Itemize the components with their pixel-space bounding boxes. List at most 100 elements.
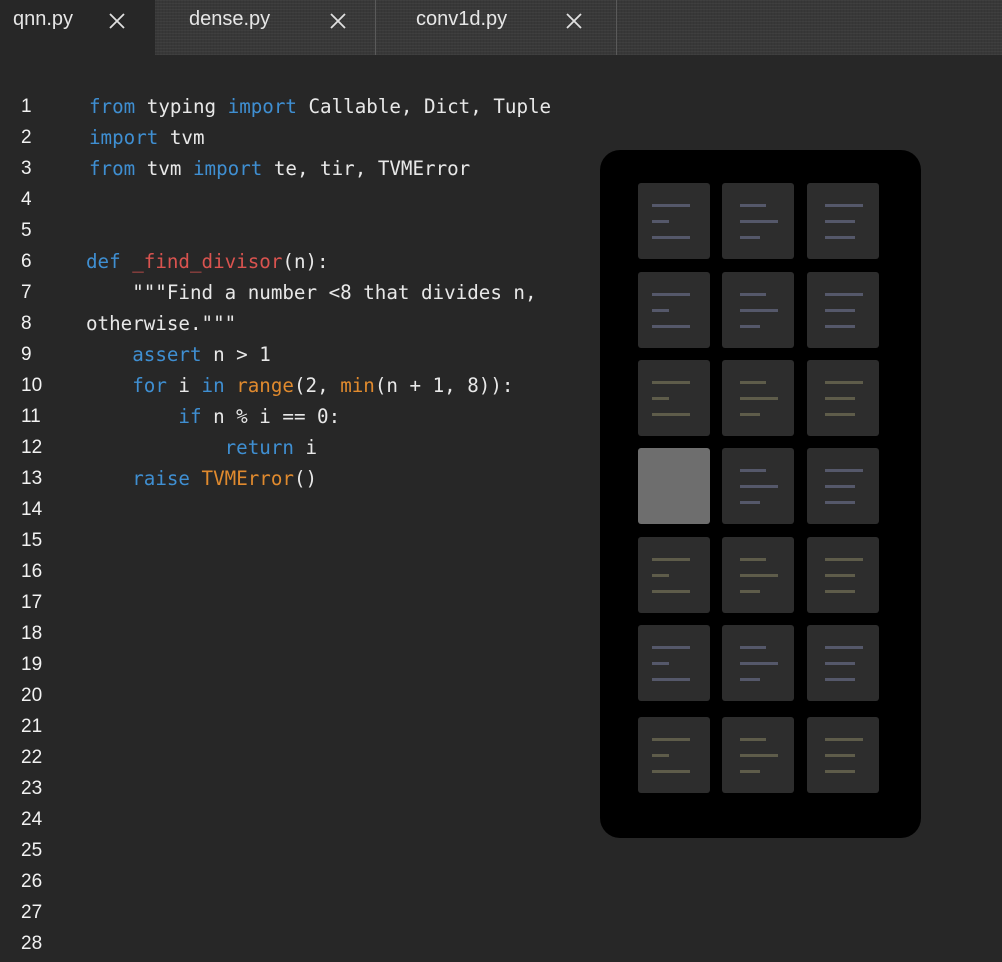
code-line: raise TVMError()	[86, 463, 317, 494]
switcher-thumbnail[interactable]	[722, 360, 794, 436]
switcher-thumbnail[interactable]	[722, 537, 794, 613]
text-line-icon	[652, 309, 669, 312]
text-line-icon	[825, 558, 863, 561]
line-number: 18	[21, 623, 43, 644]
text-line-icon	[652, 754, 669, 757]
builtin-token: TVMError	[201, 467, 294, 490]
code-token: i	[166, 374, 202, 397]
line-number: 24	[21, 809, 43, 830]
switcher-thumbnail[interactable]	[638, 360, 710, 436]
text-line-icon	[740, 485, 778, 488]
tab-label: dense.py	[189, 8, 271, 30]
keyword-token: in	[201, 374, 225, 397]
text-line-icon	[825, 325, 855, 328]
switcher-thumbnail[interactable]	[638, 717, 710, 793]
switcher-thumbnail[interactable]	[722, 717, 794, 793]
switcher-thumbnail[interactable]	[807, 360, 879, 436]
line-number: 23	[21, 778, 43, 799]
code-line: return i	[86, 432, 317, 463]
tab-label: conv1d.py	[416, 8, 508, 30]
line-number: 6	[21, 251, 32, 272]
line-number: 26	[21, 871, 43, 892]
text-line-icon	[652, 293, 690, 296]
code-line: from typing import Callable, Dict, Tuple	[89, 91, 551, 122]
switcher-thumbnail[interactable]	[807, 183, 879, 259]
text-line-icon	[740, 236, 760, 239]
text-line-icon	[825, 293, 863, 296]
switcher-thumbnail[interactable]	[638, 272, 710, 348]
text-line-icon	[740, 754, 778, 757]
text-line-icon	[740, 678, 760, 681]
text-line-icon	[740, 574, 778, 577]
text-line-icon	[740, 204, 766, 207]
switcher-thumbnail[interactable]	[807, 448, 879, 524]
tab-conv1d-py[interactable]: conv1d.py	[376, 0, 617, 55]
text-line-icon	[652, 770, 690, 773]
keyword-token: import	[227, 95, 297, 118]
keyword-token: def	[86, 250, 121, 273]
code-token: tvm	[158, 126, 205, 149]
code-line: assert n > 1	[86, 339, 271, 370]
text-line-icon	[740, 325, 760, 328]
switcher-thumbnail[interactable]	[638, 183, 710, 259]
code-token: typing	[135, 95, 228, 118]
switcher-thumbnail-selected[interactable]	[638, 448, 710, 524]
text-line-icon	[825, 646, 863, 649]
text-line-icon	[652, 574, 669, 577]
line-number: 15	[21, 530, 43, 551]
code-token: (2,	[293, 374, 341, 397]
text-line-icon	[652, 738, 690, 741]
text-line-icon	[825, 738, 863, 741]
tab-label: qnn.py	[13, 8, 74, 30]
switcher-thumbnail[interactable]	[722, 448, 794, 524]
text-line-icon	[825, 501, 855, 504]
code-token: (n):	[282, 250, 329, 273]
close-icon[interactable]	[565, 12, 583, 30]
switcher-thumbnail[interactable]	[807, 717, 879, 793]
switcher-thumbnail[interactable]	[807, 625, 879, 701]
keyword-token: if	[178, 405, 202, 428]
close-icon[interactable]	[329, 12, 347, 30]
close-icon[interactable]	[108, 12, 126, 30]
line-number: 5	[21, 220, 32, 241]
line-number: 21	[21, 716, 43, 737]
text-line-icon	[825, 236, 855, 239]
line-number: 22	[21, 747, 43, 768]
line-number: 1	[21, 96, 32, 117]
switcher-thumbnail[interactable]	[638, 625, 710, 701]
text-line-icon	[740, 770, 760, 773]
switcher-thumbnail[interactable]	[807, 272, 879, 348]
text-line-icon	[825, 678, 855, 681]
switcher-thumbnail[interactable]	[722, 183, 794, 259]
tab-qnn-py[interactable]: qnn.py	[0, 0, 155, 55]
text-line-icon	[652, 646, 690, 649]
text-line-icon	[652, 381, 690, 384]
text-line-icon	[825, 469, 863, 472]
text-line-icon	[652, 590, 690, 593]
text-line-icon	[740, 220, 778, 223]
tab-dense-py[interactable]: dense.py	[155, 0, 376, 55]
text-line-icon	[652, 662, 669, 665]
code-token: Callable, Dict, Tuple	[296, 95, 552, 118]
code-token: ()	[293, 467, 318, 490]
code-line: otherwise."""	[86, 308, 236, 339]
text-line-icon	[825, 309, 855, 312]
switcher-thumbnail[interactable]	[722, 625, 794, 701]
text-line-icon	[740, 646, 766, 649]
line-number: 3	[21, 158, 32, 179]
docstring-token: otherwise."""	[86, 312, 237, 335]
tab-switcher-overlay	[600, 150, 921, 838]
line-number: 7	[21, 282, 32, 303]
switcher-thumbnail[interactable]	[807, 537, 879, 613]
switcher-thumbnail[interactable]	[722, 272, 794, 348]
switcher-thumbnail[interactable]	[638, 537, 710, 613]
docstring-token: """Find a number <8 that divides n,	[86, 281, 537, 304]
text-line-icon	[652, 325, 690, 328]
keyword-token: for	[132, 374, 167, 397]
